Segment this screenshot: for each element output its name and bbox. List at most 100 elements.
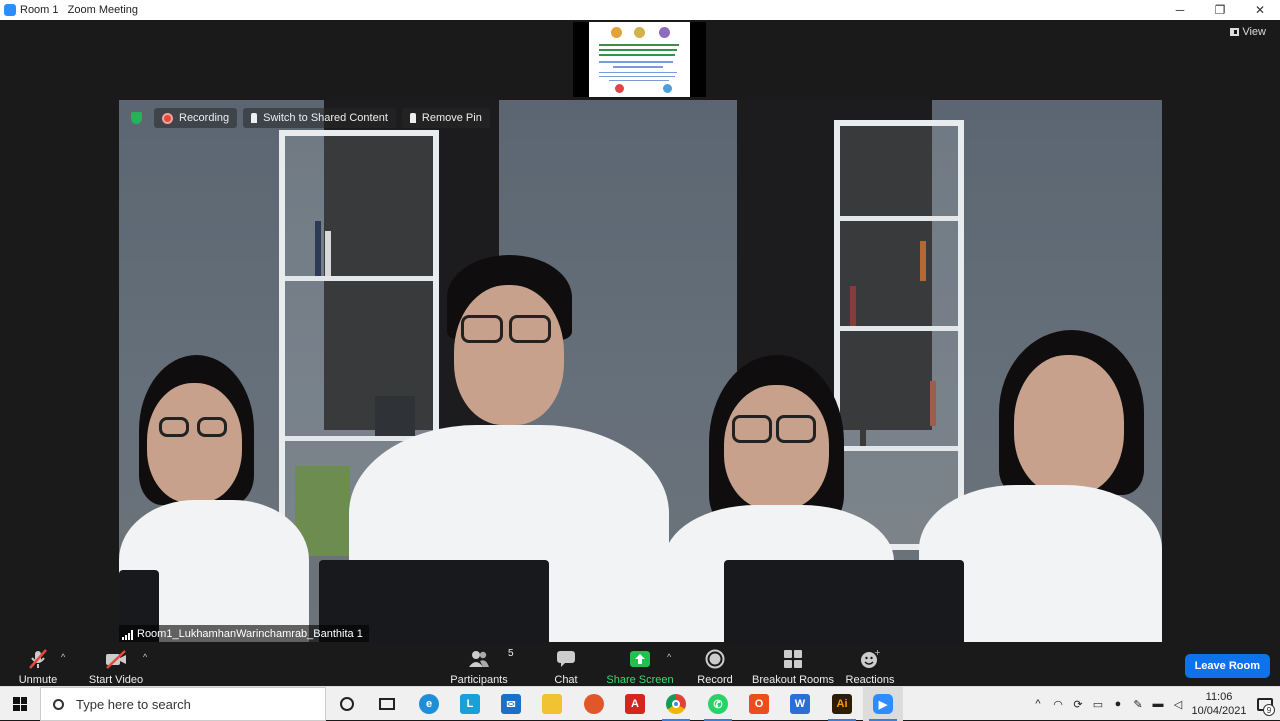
- participant-name: Room1_LukhamhanWarinchamrab_Banthita 1: [137, 628, 363, 640]
- zoom-app-icon: [4, 4, 16, 16]
- switch-to-shared-content-button[interactable]: Switch to Shared Content: [243, 108, 396, 128]
- show-hidden-icons-chevron-icon[interactable]: ^: [1028, 698, 1048, 710]
- view-label: View: [1242, 26, 1266, 38]
- shared-slide: [589, 22, 690, 97]
- shared-content-thumbnail[interactable]: [573, 22, 706, 97]
- signal-strength-icon: [122, 630, 133, 640]
- firefox-icon[interactable]: [574, 687, 614, 721]
- share-screen-button[interactable]: Share Screen: [606, 646, 674, 686]
- video-options-caret[interactable]: ^: [143, 652, 147, 662]
- slide-text-line: [599, 72, 677, 73]
- sync-icon[interactable]: ⟳: [1068, 698, 1088, 711]
- start-button[interactable]: [0, 687, 40, 721]
- window-controls: ─ ❐ ✕: [1160, 0, 1280, 20]
- clock-date: 10/04/2021: [1191, 705, 1247, 717]
- minimize-button[interactable]: ─: [1160, 0, 1200, 20]
- slide-text-line: [613, 66, 663, 68]
- windows-logo-icon: [13, 697, 27, 711]
- switch-label: Switch to Shared Content: [263, 112, 388, 124]
- pinned-video[interactable]: Recording Switch to Shared Content Remov…: [119, 100, 1162, 642]
- video-off-icon: [104, 646, 128, 672]
- reactions-button[interactable]: + Reactions: [846, 646, 895, 686]
- office-icon[interactable]: O: [739, 687, 779, 721]
- edge-icon[interactable]: e: [409, 687, 449, 721]
- system-tray: ^ ◠ ⟳ ▭ ● ✎ ▬ ◁ 11:06 10/04/2021 9: [1028, 687, 1280, 721]
- slide-logo-icon: [659, 27, 670, 38]
- window-title: Room 1 Zoom Meeting: [20, 4, 138, 16]
- slide-logo-icon: [634, 27, 645, 38]
- slide-text-line: [599, 76, 675, 77]
- remove-pin-button[interactable]: Remove Pin: [401, 108, 490, 128]
- magnet-icon: [615, 84, 624, 93]
- taskbar-search-box[interactable]: Type here to search: [40, 687, 326, 721]
- volume-icon[interactable]: ◁: [1168, 698, 1188, 711]
- task-view-icon[interactable]: [367, 687, 407, 721]
- record-icon: [705, 646, 725, 672]
- microphone-icon[interactable]: ●: [1108, 698, 1128, 710]
- meeting-toolbar: Unmute ^ Start Video ^ 5 Participants Ch…: [0, 644, 1280, 686]
- recording-dot-icon: [162, 112, 173, 124]
- zoom-icon[interactable]: ▶: [863, 687, 903, 721]
- participants-count: 5: [508, 648, 514, 659]
- unmute-label: Unmute: [18, 674, 58, 686]
- close-button[interactable]: ✕: [1240, 0, 1280, 20]
- record-button[interactable]: Record: [697, 646, 733, 686]
- participant-name-tag: Room1_LukhamhanWarinchamrab_Banthita 1: [119, 625, 369, 642]
- display-icon[interactable]: ▭: [1088, 698, 1108, 711]
- record-label: Record: [697, 674, 733, 686]
- slide-text-line: [599, 61, 673, 63]
- remove-pin-label: Remove Pin: [421, 112, 482, 124]
- meeting-overlay: Recording Switch to Shared Content Remov…: [127, 108, 490, 128]
- recording-label: Recording: [179, 112, 230, 124]
- pin-icon: [251, 113, 258, 123]
- slide-logo-icon: [611, 27, 622, 38]
- participants-label: Participants: [450, 674, 508, 686]
- windows-taskbar: Type here to search e L ✉ A ✆ O W Ai ▶ ^…: [0, 686, 1280, 721]
- slide-text-line: [599, 49, 677, 51]
- reactions-smiley-icon: +: [860, 646, 880, 672]
- acrobat-icon[interactable]: A: [615, 687, 655, 721]
- audio-options-caret[interactable]: ^: [61, 652, 65, 662]
- recording-indicator[interactable]: Recording: [154, 108, 238, 128]
- search-icon: [53, 698, 64, 710]
- share-screen-icon: [629, 646, 651, 672]
- illustrator-icon[interactable]: Ai: [822, 687, 862, 721]
- share-screen-label: Share Screen: [606, 674, 674, 686]
- clock-time: 11:06: [1205, 691, 1233, 703]
- whatsapp-icon[interactable]: ✆: [698, 687, 738, 721]
- breakout-rooms-button[interactable]: Breakout Rooms: [752, 646, 834, 686]
- search-placeholder: Type here to search: [76, 696, 191, 712]
- breakout-rooms-label: Breakout Rooms: [752, 674, 834, 686]
- view-grid-icon: [1230, 28, 1240, 36]
- svg-text:+: +: [874, 649, 880, 657]
- leave-room-button[interactable]: Leave Room: [1184, 654, 1270, 678]
- muted-microphone-icon: [27, 646, 49, 672]
- mail-icon[interactable]: ✉: [491, 687, 531, 721]
- encryption-shield-icon: [131, 112, 142, 124]
- view-button[interactable]: View: [1230, 26, 1266, 38]
- restore-button[interactable]: ❐: [1200, 0, 1240, 20]
- battery-icon[interactable]: ▬: [1148, 698, 1168, 710]
- cortana-icon[interactable]: [327, 687, 367, 721]
- share-options-caret[interactable]: ^: [667, 652, 671, 662]
- pen-icon[interactable]: ✎: [1128, 698, 1148, 711]
- app-l-icon[interactable]: L: [450, 687, 490, 721]
- action-center-button[interactable]: 9: [1250, 687, 1280, 721]
- chat-bubble-icon: [556, 646, 576, 672]
- taskbar-clock[interactable]: 11:06 10/04/2021: [1188, 690, 1250, 718]
- unmute-button[interactable]: Unmute: [18, 646, 58, 686]
- slide-text-line: [609, 80, 669, 81]
- network-icon[interactable]: ◠: [1048, 698, 1068, 711]
- notification-count-badge: 9: [1263, 704, 1275, 716]
- globe-icon: [663, 84, 672, 93]
- file-explorer-icon[interactable]: [532, 687, 572, 721]
- wps-icon[interactable]: W: [780, 687, 820, 721]
- laptop: [724, 560, 964, 642]
- chrome-icon[interactable]: [656, 687, 696, 721]
- chat-button[interactable]: Chat: [550, 646, 582, 686]
- meeting-stage: View Recording Switch to Shared Content …: [0, 20, 1280, 644]
- participants-button[interactable]: 5 Participants: [450, 646, 513, 686]
- slide-text-line: [599, 54, 675, 56]
- start-video-label: Start Video: [88, 674, 144, 686]
- start-video-button[interactable]: Start Video: [89, 646, 143, 686]
